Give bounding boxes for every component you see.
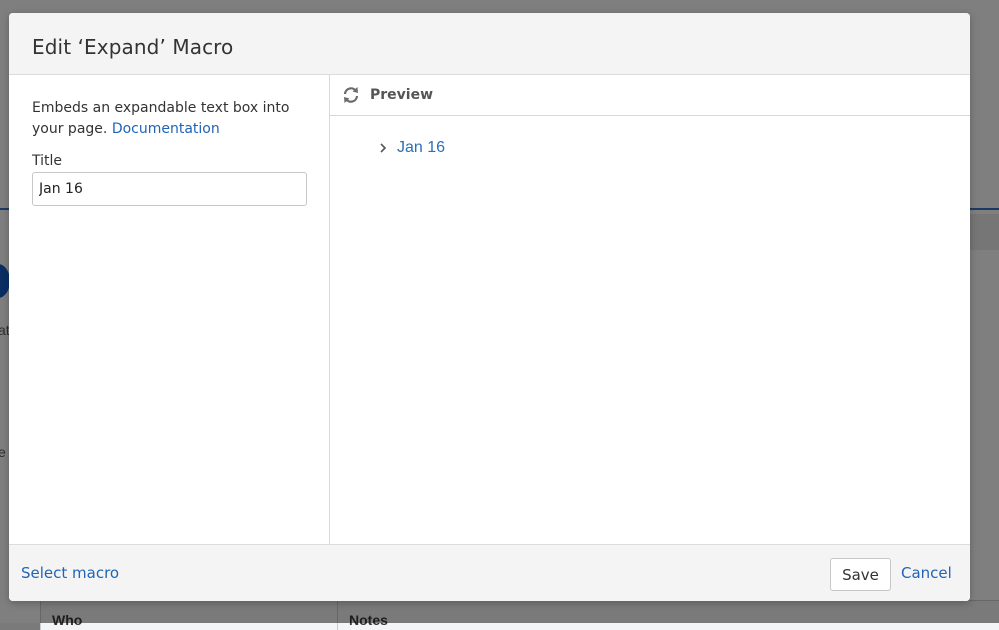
macro-description: Embeds an expandable text box into your … [32, 98, 302, 140]
dialog-body: Embeds an expandable text box into your … [9, 75, 970, 544]
dialog-title: Edit ‘Expand’ Macro [32, 35, 234, 59]
preview-header: Preview [330, 75, 970, 116]
expand-title: Jan 16 [397, 139, 446, 156]
preview-pane: Preview Jan 16 [330, 75, 970, 544]
dialog-footer: Select macro Save Cancel [9, 544, 970, 601]
macro-parameters-pane: Embeds an expandable text box into your … [9, 75, 330, 544]
title-field-label: Title [32, 153, 63, 169]
expand-macro-preview[interactable]: Jan 16 [378, 138, 445, 158]
save-button[interactable]: Save [830, 558, 891, 591]
title-input[interactable] [32, 172, 307, 206]
refresh-icon[interactable] [341, 85, 361, 105]
preview-label: Preview [370, 87, 434, 103]
dialog-header: Edit ‘Expand’ Macro [9, 13, 970, 75]
documentation-link[interactable]: Documentation [112, 121, 220, 137]
cancel-link[interactable]: Cancel [901, 564, 952, 582]
edit-macro-dialog: Edit ‘Expand’ Macro Embeds an expandable… [9, 13, 970, 601]
select-macro-link[interactable]: Select macro [21, 564, 119, 582]
chevron-right-icon [380, 143, 387, 153]
